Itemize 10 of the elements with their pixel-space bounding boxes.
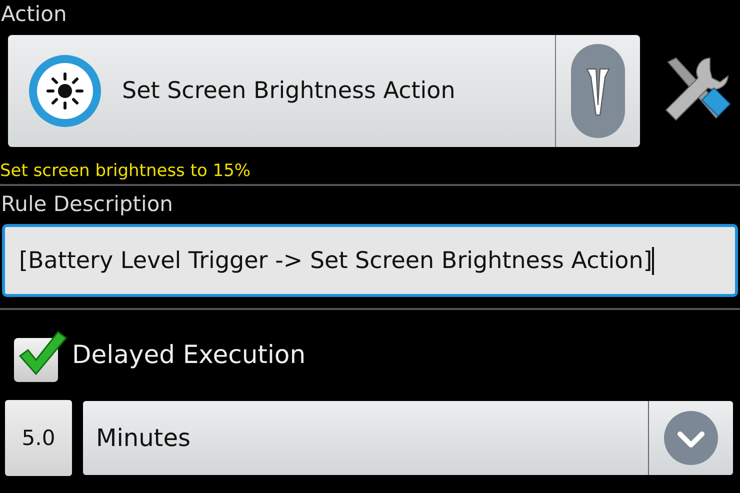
unit-dropdown[interactable]: Minutes <box>83 401 733 475</box>
brightness-icon <box>28 54 102 128</box>
section-label: Rule Description <box>0 191 174 218</box>
section-label: Action <box>0 1 68 28</box>
checkbox-label: Delayed Execution <box>72 340 306 368</box>
action-summary: Set screen brightness to 15% <box>0 160 252 183</box>
chevron-down-icon <box>663 410 719 466</box>
number-field[interactable]: 5.0 <box>5 400 72 476</box>
action-selector[interactable]: Set Screen Brightness Action <box>8 35 640 147</box>
input-field[interactable]: [Battery Level Trigger -> Set Screen Brightness Action] <box>2 224 738 297</box>
